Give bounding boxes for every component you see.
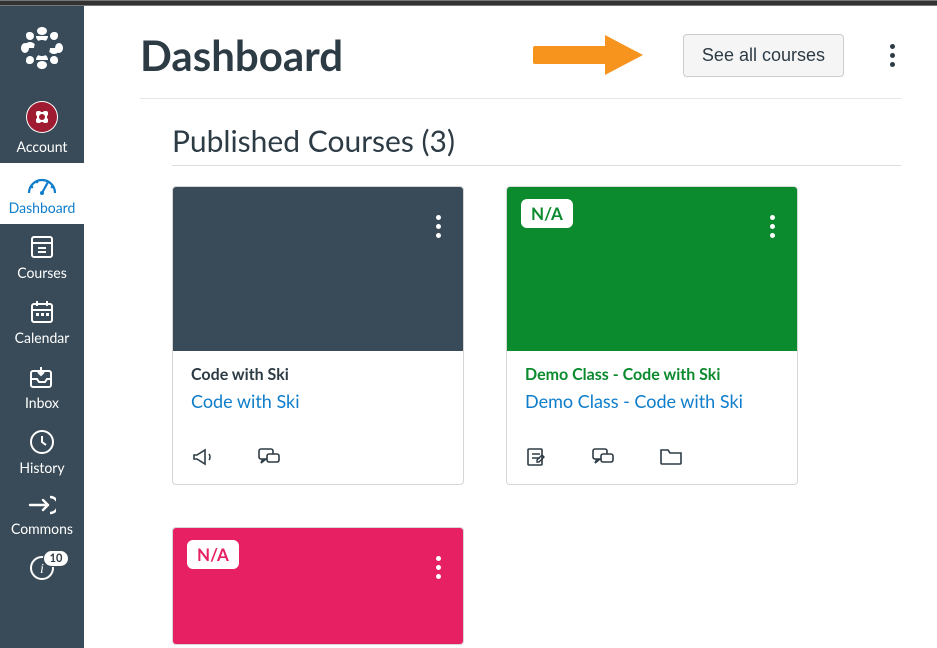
nav-help[interactable]: 10 i	[0, 545, 84, 581]
course-card[interactable]: N/A	[172, 527, 464, 645]
nav-inbox-label: Inbox	[25, 394, 59, 411]
section-title: Published Courses (3)	[172, 123, 901, 159]
course-card-menu[interactable]	[430, 550, 447, 585]
assignments-icon[interactable]	[525, 446, 547, 468]
course-card-menu[interactable]	[764, 209, 781, 244]
course-badge: N/A	[187, 540, 239, 569]
inbox-icon	[28, 364, 56, 390]
nav-courses[interactable]: Courses	[0, 224, 84, 289]
announcements-icon[interactable]	[191, 446, 213, 468]
canvas-logo[interactable]	[0, 6, 84, 90]
course-link[interactable]: Demo Class - Code with Ski	[525, 390, 779, 412]
nav-commons-label: Commons	[11, 520, 73, 537]
nav-history[interactable]: History	[0, 419, 84, 484]
main-content: Dashboard See all courses Published Cour…	[84, 6, 937, 648]
course-cards: Code with Ski Code with Ski N/A Demo Cla…	[172, 186, 901, 645]
callout-arrow	[533, 38, 643, 72]
nav-commons[interactable]: Commons	[0, 484, 84, 545]
discussions-icon[interactable]	[257, 446, 281, 468]
nav-dashboard-label: Dashboard	[9, 199, 76, 216]
course-badge: N/A	[521, 199, 573, 228]
history-icon	[29, 429, 55, 455]
dashboard-icon	[27, 173, 57, 195]
course-title: Demo Class - Code with Ski	[525, 365, 779, 384]
global-nav: Account Dashboard Courses	[0, 6, 84, 648]
course-card[interactable]: N/A Demo Class - Code with Ski Demo Clas…	[506, 186, 798, 485]
help-badge: 10	[43, 550, 70, 567]
page-title: Dashboard	[140, 30, 343, 80]
course-card-menu[interactable]	[430, 209, 447, 244]
calendar-icon	[29, 299, 55, 325]
canvas-logo-icon	[18, 24, 66, 72]
commons-icon	[28, 494, 56, 516]
nav-calendar[interactable]: Calendar	[0, 289, 84, 354]
course-card-header	[173, 187, 463, 351]
nav-dashboard[interactable]: Dashboard	[0, 163, 84, 224]
course-link[interactable]: Code with Ski	[191, 390, 445, 412]
page-header: Dashboard See all courses	[140, 30, 901, 99]
dashboard-options-menu[interactable]	[884, 38, 901, 73]
nav-calendar-label: Calendar	[15, 329, 70, 346]
nav-history-label: History	[19, 459, 64, 476]
course-card-header: N/A	[173, 528, 463, 645]
nav-courses-label: Courses	[17, 264, 67, 281]
account-avatar-icon	[25, 100, 59, 134]
nav-account-label: Account	[17, 138, 68, 155]
nav-account[interactable]: Account	[0, 90, 84, 163]
see-all-courses-button[interactable]: See all courses	[683, 34, 844, 77]
courses-icon	[29, 234, 55, 260]
course-title: Code with Ski	[191, 365, 445, 384]
course-card-header: N/A	[507, 187, 797, 351]
svg-text:i: i	[40, 562, 44, 577]
files-icon[interactable]	[659, 446, 683, 466]
course-card[interactable]: Code with Ski Code with Ski	[172, 186, 464, 485]
nav-inbox[interactable]: Inbox	[0, 354, 84, 419]
discussions-icon[interactable]	[591, 446, 615, 468]
section-divider	[172, 165, 901, 166]
